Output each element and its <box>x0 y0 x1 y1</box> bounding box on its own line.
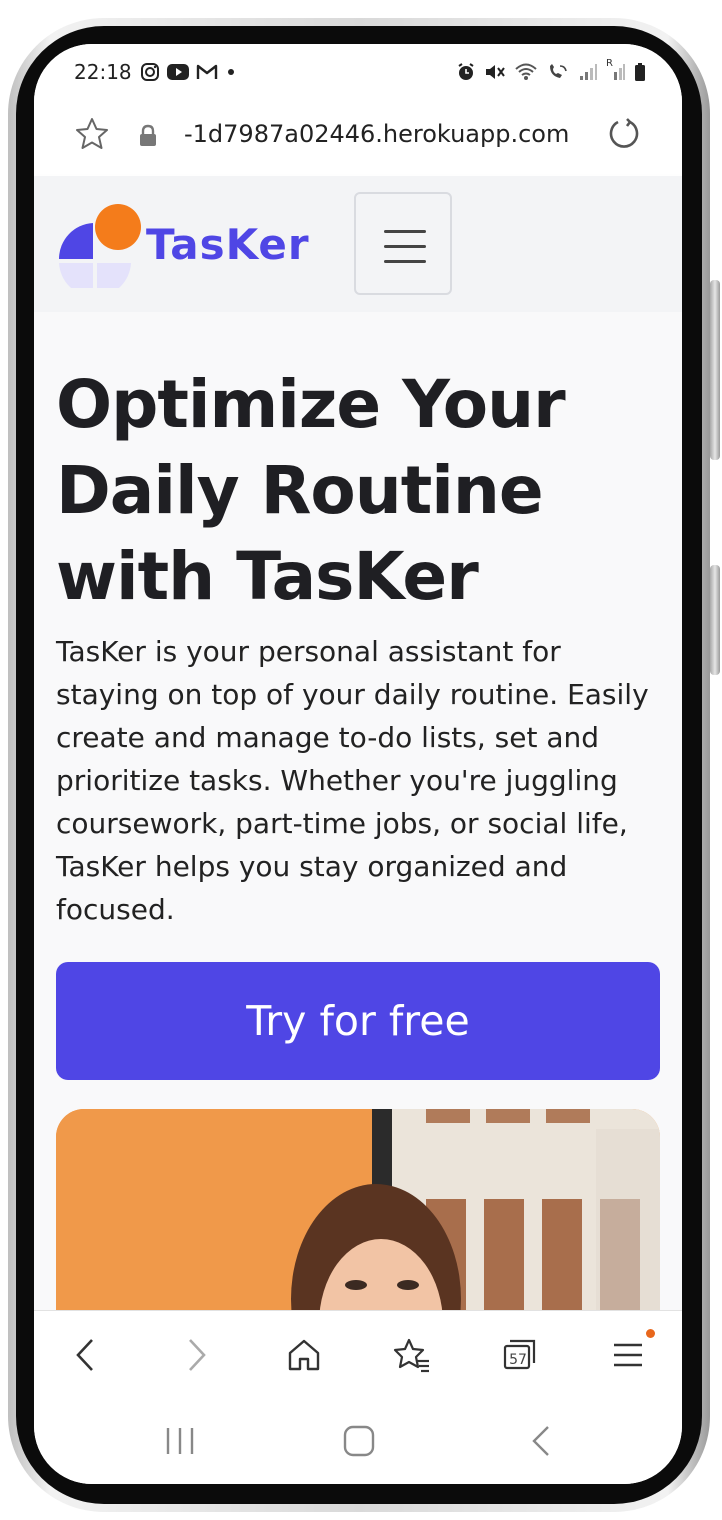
reload-icon[interactable] <box>606 116 642 152</box>
hero-description: TasKer is your personal assistant for st… <box>56 635 649 926</box>
forward-button[interactable] <box>174 1333 218 1377</box>
recents-icon <box>166 1428 194 1454</box>
back-button[interactable] <box>64 1333 108 1377</box>
home-square-icon <box>343 1425 375 1457</box>
signal-roaming-icon: R <box>606 58 626 82</box>
hero-section: Optimize Your Daily Routine with TasKer … <box>34 312 682 1359</box>
status-time: 22:18 <box>74 60 132 84</box>
chevron-right-icon <box>189 1339 206 1371</box>
recent-apps-button[interactable] <box>160 1422 200 1460</box>
battery-icon <box>635 63 645 81</box>
browser-url-bar: -1d7987a02446.herokuapp.com <box>34 104 682 177</box>
system-navigation-bar <box>34 1398 682 1484</box>
hamburger-menu-button[interactable] <box>354 192 452 295</box>
menu-line <box>384 230 426 233</box>
bookmark-star-icon[interactable] <box>74 116 110 152</box>
home-icon <box>288 1339 320 1371</box>
screen: 22:18 R -1d7987a02446.herokuapp.com TasK… <box>34 44 682 1484</box>
volume-button <box>710 280 720 460</box>
gmail-icon <box>196 64 218 79</box>
youtube-icon <box>167 64 189 80</box>
signal-icon <box>580 64 597 80</box>
chevron-left-icon <box>76 1339 93 1371</box>
home-nav-button[interactable] <box>340 1422 378 1460</box>
dot-icon <box>228 69 234 75</box>
alarm-icon <box>458 63 474 80</box>
browser-menu-button[interactable] <box>606 1329 655 1377</box>
notification-dot <box>646 1329 655 1338</box>
status-bar: 22:18 R <box>34 44 682 104</box>
menu-line <box>384 260 426 263</box>
wifi-calling-icon <box>550 64 567 78</box>
try-for-free-button[interactable]: Try for free <box>56 962 660 1080</box>
back-chevron-icon <box>532 1426 549 1456</box>
tasker-logo-icon[interactable] <box>58 202 144 288</box>
power-button <box>710 565 720 675</box>
browser-toolbar: 57 <box>34 1310 682 1399</box>
star-list-icon <box>393 1338 429 1373</box>
mute-icon <box>486 65 505 79</box>
site-navbar: TasKer <box>34 176 682 312</box>
brand-name[interactable]: TasKer <box>146 220 310 269</box>
notification-icons <box>140 60 238 84</box>
hero-title: Optimize Your Daily Routine with TasKer <box>56 366 566 615</box>
menu-icon <box>614 1343 642 1367</box>
back-nav-button[interactable] <box>524 1422 560 1460</box>
url-field[interactable]: -1d7987a02446.herokuapp.com <box>184 120 569 148</box>
lock-icon <box>140 124 156 146</box>
instagram-icon <box>141 63 159 81</box>
wifi-icon <box>515 63 537 80</box>
tab-count: 57 <box>509 1352 527 1368</box>
system-status-icons: R <box>456 58 646 82</box>
bookmarks-button[interactable] <box>390 1333 434 1377</box>
menu-line <box>384 245 426 248</box>
home-button[interactable] <box>282 1333 326 1377</box>
tabs-button[interactable]: 57 <box>498 1333 542 1377</box>
